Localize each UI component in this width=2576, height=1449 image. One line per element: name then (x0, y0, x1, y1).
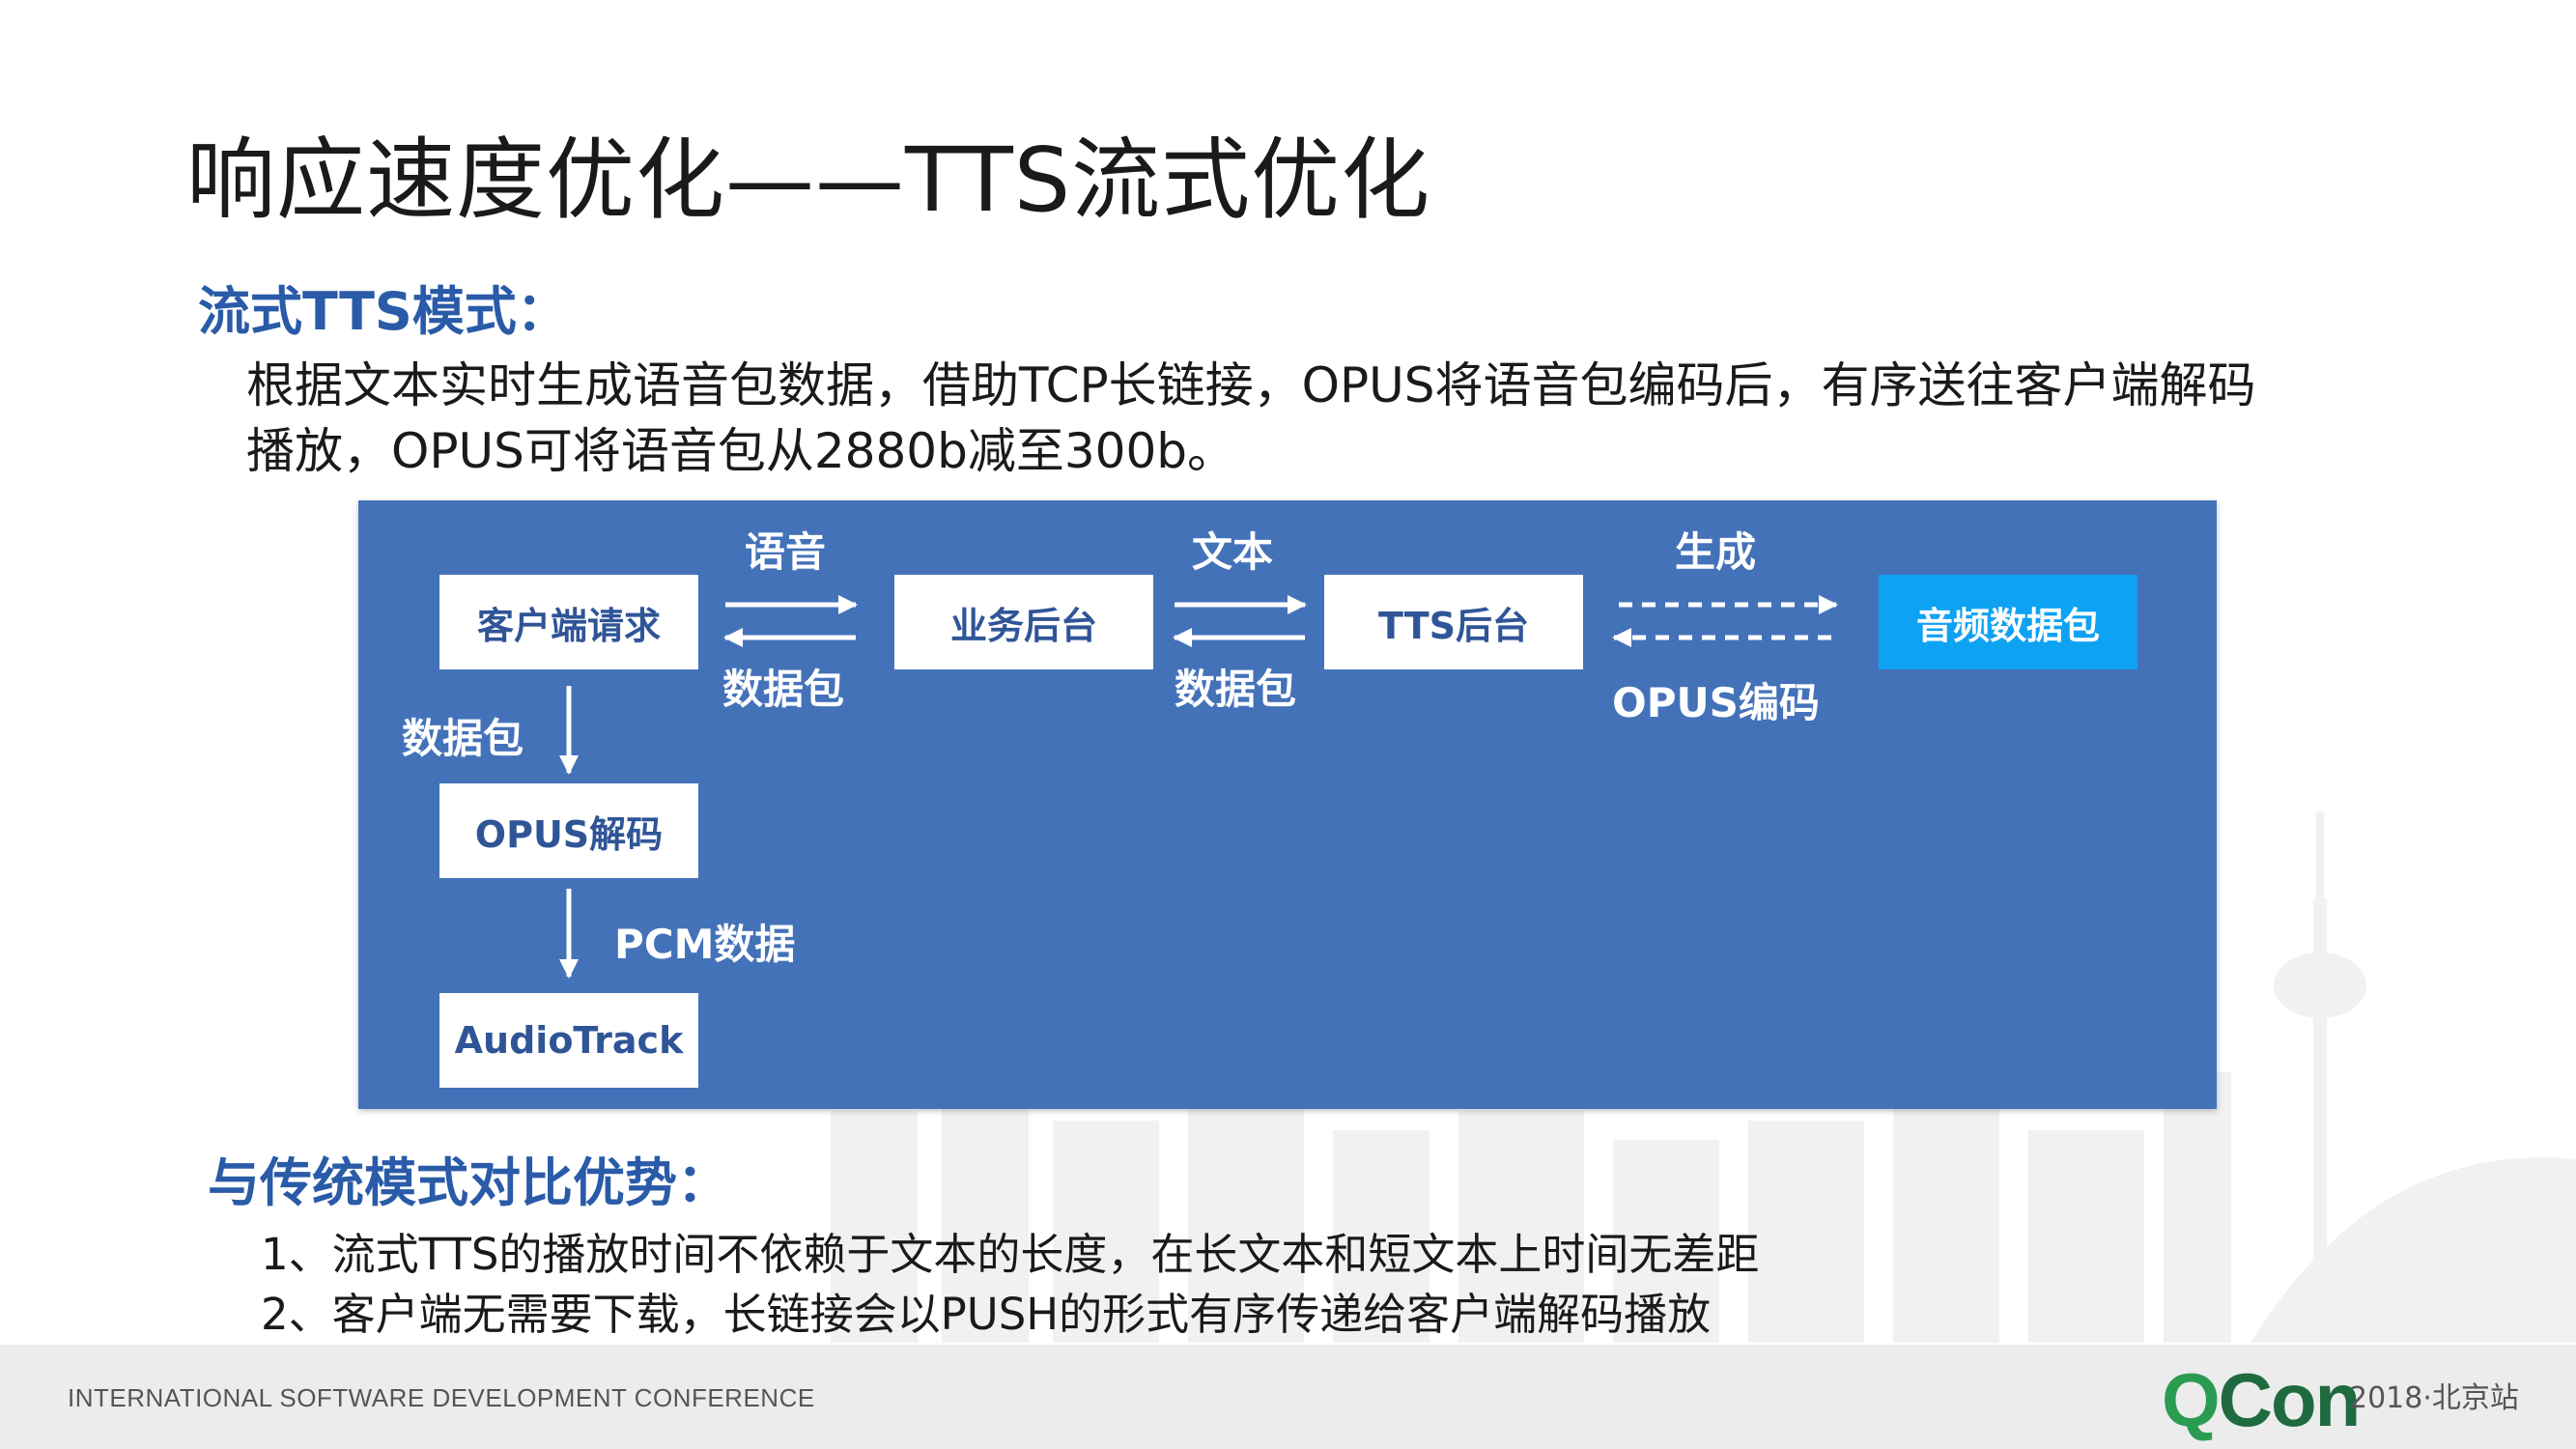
node-tts-backend: TTS后台 (1324, 575, 1583, 669)
advantages-list: 1、流式TTS的播放时间不依赖于文本的长度，在长文本和短文本上时间无差距 2、客… (261, 1225, 1759, 1345)
description-line-2: 播放，OPUS可将语音包从2880b减至300b。 (246, 423, 1235, 479)
label-packet-down: 数据包 (402, 715, 524, 762)
logo-q: Q (2162, 1357, 2221, 1442)
section-description: 根据文本实时生成语音包数据，借助TCP长链接，OPUS将语音包编码后，有序送往客… (246, 353, 2352, 484)
node-audiotrack: AudioTrack (439, 993, 698, 1088)
label-packet-2: 数据包 (1175, 666, 1297, 713)
node-audio-packet: 音频数据包 (1879, 575, 2137, 669)
footer-bar: INTERNATIONAL SOFTWARE DEVELOPMENT CONFE… (0, 1345, 2576, 1449)
label-opus-encode: OPUS编码 (1612, 679, 1820, 726)
section-heading-streaming-tts: 流式TTS模式： (198, 281, 569, 342)
node-client-request: 客户端请求 (439, 575, 698, 669)
edition-label: 2018·北京站 (2349, 1381, 2519, 1415)
advantage-item-2: 2、客户端无需要下载，长链接会以PUSH的形式有序传递给客户端解码播放 (261, 1289, 1712, 1340)
node-opus-decode: OPUS解码 (439, 783, 698, 878)
label-packet-1: 数据包 (722, 666, 845, 713)
label-voice: 语音 (745, 528, 827, 576)
label-pcm-data: PCM数据 (614, 921, 796, 968)
advantage-item-1: 1、流式TTS的播放时间不依赖于文本的长度，在长文本和短文本上时间无差距 (261, 1229, 1760, 1280)
logo-con: Con (2218, 1357, 2362, 1442)
tts-flow-diagram: 客户端请求 业务后台 TTS后台 音频数据包 OPUS解码 AudioTrack… (358, 500, 2217, 1109)
label-generate: 生成 (1675, 528, 1757, 576)
section-heading-advantages: 与传统模式对比优势： (208, 1152, 729, 1213)
label-text: 文本 (1192, 528, 1274, 576)
description-line-1: 根据文本实时生成语音包数据，借助TCP长链接，OPUS将语音包编码后，有序送往客… (246, 357, 2256, 413)
conference-name: INTERNATIONAL SOFTWARE DEVELOPMENT CONFE… (68, 1383, 815, 1412)
slide-title: 响应速度优化——TTS流式优化 (186, 128, 1431, 232)
node-business-backend: 业务后台 (894, 575, 1153, 669)
qcon-logo: QCon (2162, 1356, 2362, 1444)
